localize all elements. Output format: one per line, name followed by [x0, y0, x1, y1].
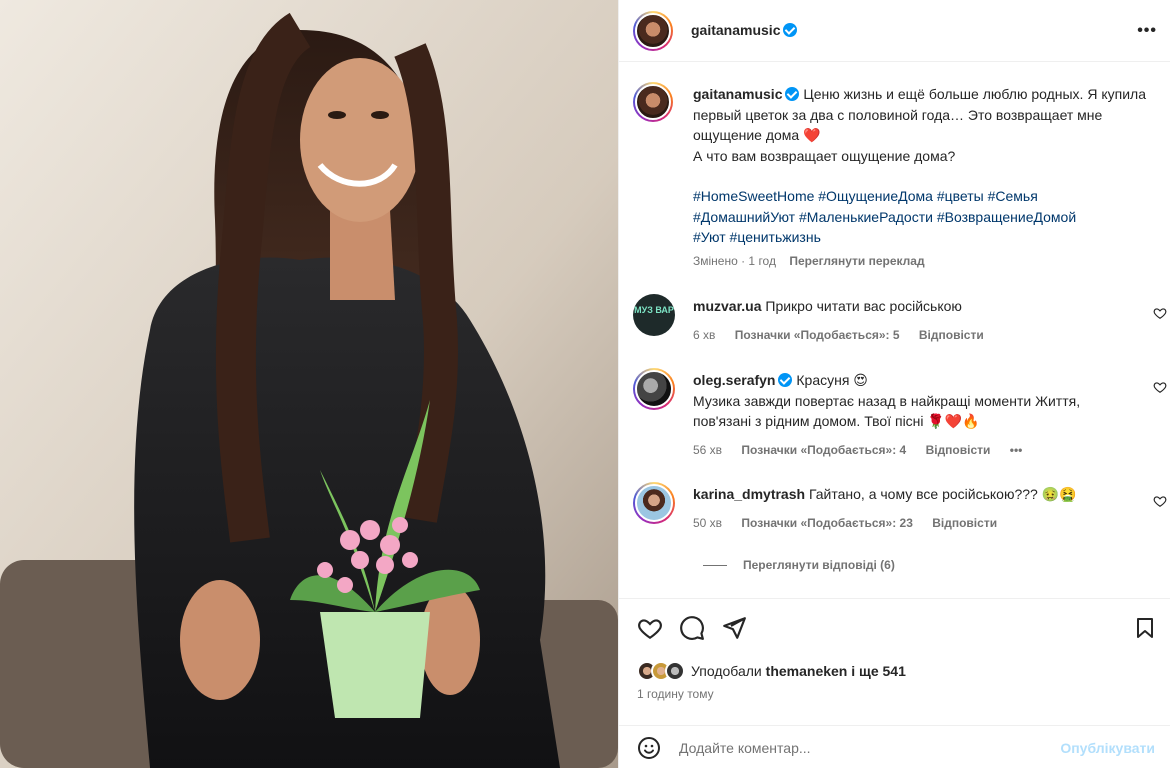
like-comment-heart-icon[interactable] [1153, 494, 1167, 508]
commenter-username[interactable]: muzvar.ua [693, 298, 761, 314]
heart-emoji: ❤️ [803, 127, 821, 143]
like-heart-icon[interactable] [637, 615, 663, 641]
replies-divider [703, 564, 727, 566]
like-comment-heart-icon[interactable] [1153, 306, 1167, 320]
verified-badge-icon [785, 87, 800, 101]
verified-badge-icon [783, 23, 798, 37]
view-replies-button[interactable]: Переглянути відповіді (6) [703, 558, 895, 572]
liker-avatar [665, 661, 685, 681]
comment-input[interactable] [679, 739, 1039, 756]
post-photo-illustration [0, 0, 618, 768]
comment-time: 56 хв [693, 442, 723, 457]
caption-edited-time: Змінено · 1 год [693, 254, 776, 268]
see-translation-link[interactable]: Переглянути переклад [789, 254, 924, 268]
instagram-post-view: gaitanamusic ••• gaitanamusic Ценю жизнь… [0, 0, 1170, 768]
comment-text: Прикро читати вас російською [765, 298, 962, 314]
caption-meta: Змінено · 1 год Переглянути переклад [693, 254, 925, 268]
commenter-username[interactable]: karina_dmytrash [693, 486, 805, 502]
likes-text: Уподобали themaneken і ще 541 [691, 663, 906, 679]
emoji-smile-icon[interactable] [637, 736, 661, 760]
publish-button[interactable]: Опублікувати [1060, 740, 1155, 756]
comment-likes[interactable]: Позначки «Подобається»: 23 [741, 516, 912, 530]
comment-body: muzvar.ua Прикро читати вас російською 6… [693, 296, 1133, 345]
comment-text-line1: Красуня 😍 [796, 372, 868, 388]
author-username[interactable]: gaitanamusic [691, 22, 780, 38]
likes-count[interactable]: і ще 541 [851, 663, 906, 679]
more-options-icon[interactable]: ••• [1137, 22, 1157, 40]
hashtag-line[interactable]: #Уют #ценитьжизнь [693, 227, 1163, 248]
comment-more-icon[interactable]: ••• [1010, 443, 1023, 457]
caption-hashtags: #HomeSweetHome #ОщущениеДома #цветы #Сем… [693, 186, 1163, 248]
hashtag-line[interactable]: #HomeSweetHome #ОщущениеДома #цветы #Сем… [693, 186, 1163, 207]
comment-likes[interactable]: Позначки «Подобається»: 5 [735, 328, 900, 342]
add-comment-bar: Опублікувати [619, 725, 1170, 768]
likes-prefix: Уподобали [691, 663, 762, 679]
bookmark-save-icon[interactable] [1133, 615, 1157, 641]
post-actions: Уподобали themaneken і ще 541 1 годину т… [619, 598, 1170, 768]
comment-bubble-icon[interactable] [679, 615, 705, 641]
view-replies-label[interactable]: Переглянути відповіді (6) [743, 558, 895, 572]
post-side-panel: gaitanamusic ••• gaitanamusic Ценю жизнь… [618, 0, 1170, 768]
action-icons [637, 615, 747, 641]
comment-body: karina_dmytrash Гайтано, а чому все росі… [693, 484, 1133, 533]
caption-author-avatar[interactable] [633, 82, 673, 122]
verified-badge-icon [778, 373, 793, 387]
comment-time: 50 хв [693, 515, 723, 530]
comment-time: 6 хв [693, 327, 716, 342]
caption-username[interactable]: gaitanamusic [693, 86, 782, 102]
author-username-row[interactable]: gaitanamusic [691, 22, 798, 38]
post-header: gaitanamusic ••• [619, 0, 1170, 62]
share-send-icon[interactable] [721, 615, 747, 641]
author-avatar[interactable] [633, 11, 673, 51]
comment-text-line2: Музика завжди повертає назад в найкращі … [693, 392, 1081, 430]
commenter-avatar[interactable]: МУЗ ВАР [633, 294, 675, 336]
likes-user[interactable]: themaneken [766, 663, 848, 679]
caption-body-2: А что вам возвращает ощущение дома? [693, 147, 956, 164]
reply-button[interactable]: Відповісти [932, 516, 997, 530]
commenter-avatar[interactable] [633, 368, 675, 410]
like-comment-heart-icon[interactable] [1153, 380, 1167, 394]
post-time: 1 годину тому [637, 687, 714, 701]
commenter-username[interactable]: oleg.serafyn [693, 372, 775, 388]
reply-button[interactable]: Відповісти [919, 328, 984, 342]
reply-button[interactable]: Відповісти [926, 443, 991, 457]
comment-body: oleg.serafyn Красуня 😍 Музика завжди пов… [693, 370, 1133, 460]
comment-text: Гайтано, а чому все російською??? 🤢🤮 [808, 486, 1077, 502]
comment-meta: 56 хв Позначки «Подобається»: 4 Відповіс… [693, 440, 1133, 461]
comment-likes[interactable]: Позначки «Подобається»: 4 [741, 443, 906, 457]
comment-meta: 50 хв Позначки «Подобається»: 23 Відпові… [693, 513, 1133, 534]
commenter-avatar[interactable] [633, 482, 675, 524]
post-photo[interactable] [0, 0, 618, 768]
hashtag-line[interactable]: #ДомашнийУют #МаленькиеРадости #Возвраще… [693, 207, 1163, 228]
likes-summary[interactable]: Уподобали themaneken і ще 541 [637, 661, 906, 681]
comment-meta: 6 хв Позначки «Подобається»: 5 Відповіст… [693, 325, 1133, 346]
caption-text: gaitanamusic Ценю жизнь и ещё больше люб… [693, 84, 1163, 248]
